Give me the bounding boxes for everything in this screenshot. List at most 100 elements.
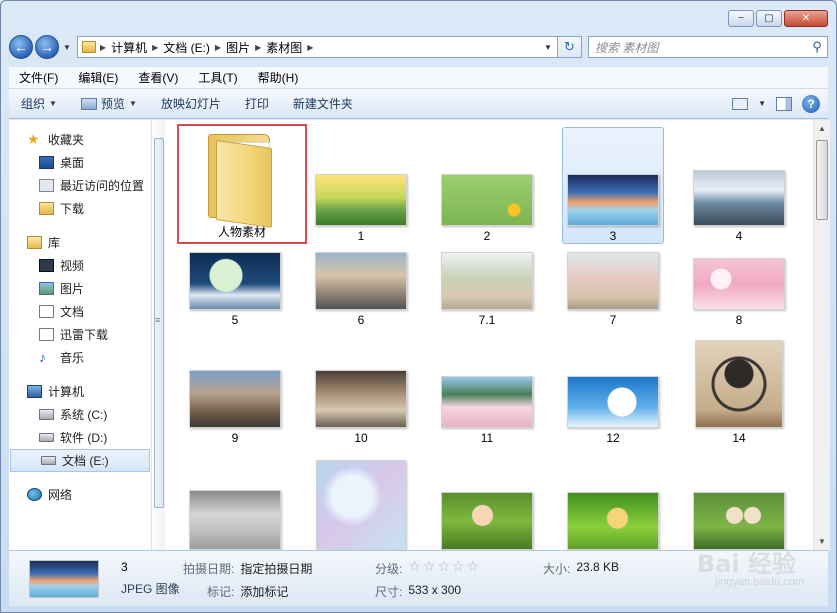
change-view-icon[interactable]	[732, 97, 749, 110]
chevron-right-icon[interactable]: ▶	[307, 43, 313, 52]
nav-drive-d[interactable]: 软件 (D:)	[9, 426, 151, 449]
nav-recent[interactable]: 最近访问的位置	[9, 174, 151, 197]
details-date-value[interactable]: 指定拍摄日期	[240, 560, 312, 577]
back-button[interactable]: ←	[9, 35, 33, 59]
menu-help[interactable]: 帮助(H)	[248, 69, 309, 86]
nav-drive-d-label: 软件 (D:)	[60, 431, 108, 445]
close-button[interactable]: ✕	[784, 10, 828, 27]
nav-drive-e-label: 文档 (E:)	[62, 454, 109, 468]
file-item[interactable]	[562, 456, 664, 550]
search-icon[interactable]: ⚲	[807, 39, 827, 55]
nav-music[interactable]: ♪ 音乐	[9, 346, 151, 369]
file-label: 7	[609, 313, 617, 327]
file-thumb	[562, 332, 664, 428]
file-item[interactable]: 11	[436, 332, 538, 450]
search-input[interactable]: 搜索 素材图 ⚲	[588, 36, 828, 58]
nav-libraries-label: 库	[48, 236, 61, 250]
file-item[interactable]: 2	[436, 128, 538, 246]
chevron-right-icon[interactable]: ▶	[215, 43, 221, 52]
folder-item[interactable]: 人物素材	[177, 124, 307, 244]
file-item[interactable]: 14	[688, 332, 790, 450]
help-icon[interactable]: ?	[802, 94, 820, 113]
nav-drive-e[interactable]: 文档 (E:)	[10, 449, 150, 472]
nav-videos[interactable]: 视频	[9, 254, 151, 277]
file-thumb	[436, 246, 538, 310]
image-thumbnail	[189, 252, 281, 310]
command-bar: 组织 ▼ 预览 ▼ 放映幻灯片 打印 新建文件夹 ▼ ?	[9, 89, 828, 119]
scroll-down-icon[interactable]: ▼	[814, 533, 830, 550]
scroll-up-icon[interactable]: ▲	[814, 120, 830, 137]
details-tag-value[interactable]: 添加标记	[240, 583, 288, 600]
breadcrumb-computer[interactable]: 计算机	[111, 39, 147, 56]
file-list: 人物素材 1 2 3 4 5 6 7.1 7 8 9 10 11 12 14	[165, 120, 813, 550]
file-label: 4	[735, 229, 743, 243]
chevron-right-icon[interactable]: ▶	[152, 43, 158, 52]
baidu-watermark-url: jingyan.baidu.com	[715, 576, 804, 588]
nav-documents[interactable]: 文档	[9, 300, 151, 323]
menu-file[interactable]: 文件(F)	[9, 69, 68, 86]
nav-favorites[interactable]: ★ 收藏夹	[9, 128, 151, 151]
menu-bar: 文件(F) 编辑(E) 查看(V) 工具(T) 帮助(H)	[9, 67, 828, 89]
breadcrumb-sucaitu[interactable]: 素材图	[266, 39, 302, 56]
nav-network[interactable]: 网络	[9, 483, 151, 506]
file-item[interactable]	[184, 456, 286, 550]
address-bar[interactable]: ▶ 计算机 ▶ 文档 (E:) ▶ 图片 ▶ 素材图 ▶ ▼	[76, 36, 558, 58]
search-placeholder: 搜索 素材图	[595, 40, 659, 55]
menu-view[interactable]: 查看(V)	[128, 69, 188, 86]
chevron-right-icon[interactable]: ▶	[255, 43, 261, 52]
preview-pane-icon[interactable]	[776, 96, 792, 111]
picture-icon	[39, 282, 54, 295]
file-item[interactable]: 1	[310, 128, 412, 246]
details-size-key: 大小:	[543, 562, 571, 576]
rating-stars[interactable]: ☆☆☆☆☆	[408, 559, 481, 577]
file-item[interactable]	[688, 456, 790, 550]
nav-xunlei-label: 迅雷下载	[60, 328, 109, 342]
nav-computer[interactable]: 计算机	[9, 380, 151, 403]
menu-tools[interactable]: 工具(T)	[188, 69, 247, 86]
image-thumbnail	[441, 174, 533, 226]
nav-desktop[interactable]: 桌面	[9, 151, 151, 174]
nav-drive-c[interactable]: 系统 (C:)	[9, 403, 151, 426]
breadcrumb-pictures[interactable]: 图片	[226, 39, 250, 56]
minimize-button[interactable]: −	[728, 10, 754, 27]
nav-xunlei[interactable]: 迅雷下载	[9, 323, 151, 346]
nav-computer-label: 计算机	[48, 385, 85, 399]
menu-edit[interactable]: 编辑(E)	[68, 69, 128, 86]
image-thumbnail	[441, 252, 533, 310]
nav-downloads[interactable]: 下载	[9, 197, 151, 220]
file-item[interactable]	[310, 456, 412, 550]
print-button[interactable]: 打印	[233, 95, 281, 112]
chevron-right-icon[interactable]: ▶	[100, 43, 106, 52]
file-item[interactable]: 9	[184, 332, 286, 450]
content-scroll-thumb[interactable]	[816, 140, 828, 220]
file-item[interactable]: 10	[310, 332, 412, 450]
file-thumb	[184, 332, 286, 428]
image-thumbnail	[441, 492, 533, 550]
nav-recent-label: 最近访问的位置	[60, 179, 145, 193]
file-item[interactable]: 12	[562, 332, 664, 450]
forward-button[interactable]: →	[35, 35, 59, 59]
refresh-button[interactable]: ↻	[558, 36, 582, 58]
nav-libraries[interactable]: 库	[9, 231, 151, 254]
document-icon	[39, 305, 54, 318]
breadcrumb-drive-e[interactable]: 文档 (E:)	[163, 39, 210, 56]
new-folder-button[interactable]: 新建文件夹	[281, 95, 365, 112]
nav-pictures[interactable]: 图片	[9, 277, 151, 300]
navigation-pane: ★ 收藏夹 桌面 最近访问的位置 下载 库 视频 图片 文档 迅雷下载 ♪ 音乐…	[9, 120, 151, 550]
file-thumb	[688, 332, 790, 428]
file-item[interactable]: 4	[688, 128, 790, 246]
chevron-down-icon[interactable]: ▼	[539, 43, 557, 52]
chevron-down-icon[interactable]: ▼	[758, 99, 766, 108]
image-thumbnail	[567, 492, 659, 550]
organize-label: 组织	[21, 97, 46, 111]
details-column-1: 拍摄日期: 指定拍摄日期 标记: 添加标记	[183, 560, 312, 600]
file-item[interactable]	[436, 456, 538, 550]
preview-button[interactable]: 预览 ▼	[69, 95, 149, 112]
content-scrollbar[interactable]: ▲ ▼	[813, 120, 830, 550]
nav-pane-scrollbar[interactable]: ≡	[151, 120, 165, 550]
slideshow-button[interactable]: 放映幻灯片	[149, 95, 233, 112]
recent-pages-dropdown[interactable]: ▼	[63, 43, 71, 52]
organize-button[interactable]: 组织 ▼	[9, 95, 69, 112]
file-item-selected[interactable]: 3	[562, 127, 664, 244]
maximize-button[interactable]: ▢	[756, 10, 782, 27]
